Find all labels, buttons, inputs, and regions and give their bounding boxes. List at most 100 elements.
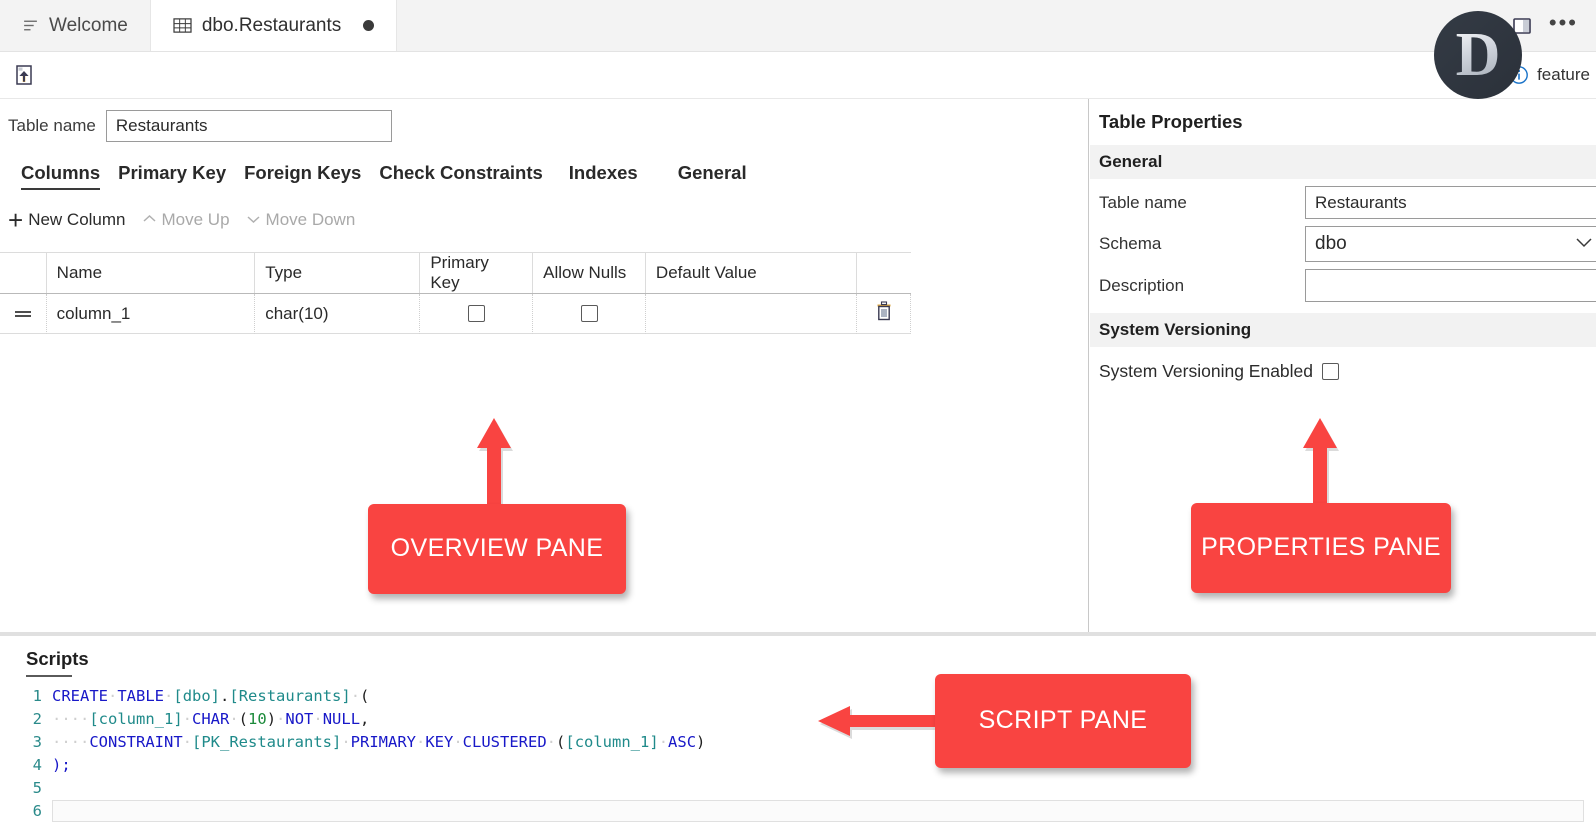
properties-table-name-input[interactable] (1305, 186, 1596, 219)
header-allow-nulls[interactable]: Allow Nulls (533, 253, 646, 293)
line-content[interactable]: CREATE·TABLE·[dbo].[Restaurants]·( (52, 685, 369, 708)
editor-tab-bar: Welcome dbo.Restaurants (0, 0, 1596, 52)
delete-column-button[interactable] (857, 294, 911, 334)
unsaved-indicator-dot[interactable] (363, 20, 374, 31)
tab-primary-key[interactable]: Primary Key (109, 162, 235, 190)
tab-columns[interactable]: Columns (12, 162, 109, 190)
drag-handle-icon (12, 307, 34, 321)
allow-nulls-checkbox[interactable] (581, 305, 598, 322)
line-number: 6 (0, 800, 52, 823)
cell-column-name[interactable]: column_1 (47, 294, 256, 334)
new-column-button[interactable]: + New Column (8, 210, 142, 230)
chevron-up-icon (142, 213, 157, 228)
code-line: 3 ····CONSTRAINT·[PK_Restaurants]·PRIMAR… (0, 731, 1596, 754)
line-number: 2 (0, 708, 52, 731)
preview-feature-text: feature (1537, 65, 1590, 85)
cell-primary-key[interactable] (420, 294, 533, 334)
table-name-row: Table name (0, 99, 1088, 142)
designer-sub-tabs: Columns Primary Key Foreign Keys Check C… (0, 156, 1088, 190)
code-line: 4 ); (0, 754, 1596, 777)
brand-logo-overlay: D (1434, 11, 1522, 99)
system-versioning-checkbox[interactable] (1322, 363, 1339, 380)
properties-description-input[interactable] (1305, 269, 1596, 302)
script-pane-arrow (818, 696, 948, 746)
code-line: 1 CREATE·TABLE·[dbo].[Restaurants]·( (0, 685, 1596, 708)
move-down-label: Move Down (266, 210, 356, 230)
properties-section-system-versioning: System Versioning (1090, 313, 1596, 347)
line-number: 1 (0, 685, 52, 708)
tab-indexes[interactable]: Indexes (560, 162, 647, 190)
line-number: 4 (0, 754, 52, 777)
script-pane: Scripts 1 CREATE·TABLE·[dbo].[Restaurant… (0, 636, 1596, 834)
trash-icon (874, 300, 894, 327)
header-actions (857, 253, 911, 293)
field-description: Description (1090, 262, 1596, 302)
welcome-lines-icon (22, 17, 39, 34)
field-system-versioning-enabled: System Versioning Enabled (1090, 347, 1596, 382)
table-row[interactable]: column_1 char(10) (0, 294, 911, 334)
tab-foreign-keys[interactable]: Foreign Keys (235, 162, 370, 190)
primary-key-checkbox[interactable] (468, 305, 485, 322)
columns-grid-body: column_1 char(10) (0, 294, 911, 334)
line-number: 3 (0, 731, 52, 754)
app-root: Welcome dbo.Restaurants (0, 0, 1596, 834)
field-label-table-name: Table name (1099, 193, 1305, 213)
overview-pane-callout: OVERVIEW PANE (368, 504, 626, 594)
publish-changes-icon[interactable] (12, 63, 36, 87)
field-label-description: Description (1099, 276, 1305, 296)
tab-label: Welcome (49, 15, 128, 37)
tab-dbo-restaurants[interactable]: dbo.Restaurants (151, 0, 397, 51)
properties-pane-title: Table Properties (1090, 99, 1596, 145)
move-up-button[interactable]: Move Up (142, 210, 246, 230)
tab-label: dbo.Restaurants (202, 15, 341, 37)
tab-bar-actions: ••• (1511, 0, 1596, 51)
columns-command-bar: + New Column Move Up Move Down (0, 206, 1088, 234)
line-content[interactable] (52, 800, 1584, 822)
field-table-name: Table name (1090, 179, 1596, 219)
table-name-label: Table name (8, 116, 96, 136)
properties-pane-callout-text: PROPERTIES PANE (1201, 533, 1441, 563)
table-name-input[interactable] (106, 110, 392, 142)
cell-allow-nulls[interactable] (533, 294, 646, 334)
tab-check-constraints[interactable]: Check Constraints (370, 162, 551, 190)
properties-schema-select[interactable]: dbo (1305, 226, 1596, 262)
script-pane-callout-text: SCRIPT PANE (979, 706, 1148, 736)
brand-logo-letter: D (1456, 20, 1501, 91)
tab-general[interactable]: General (669, 162, 756, 190)
properties-pane-callout: PROPERTIES PANE (1191, 503, 1451, 593)
table-grid-icon (173, 17, 192, 34)
designer-toolbar: feature (0, 52, 1596, 99)
header-name[interactable]: Name (47, 253, 256, 293)
move-up-label: Move Up (162, 210, 230, 230)
script-pane-callout: SCRIPT PANE (935, 674, 1191, 768)
field-schema: Schema dbo (1090, 219, 1596, 262)
scripts-title-underline (26, 675, 72, 677)
cell-default-value[interactable] (646, 294, 858, 334)
columns-grid-header: Name Type Primary Key Allow Nulls Defaul… (0, 253, 911, 294)
chevron-down-icon (246, 213, 261, 228)
header-handle (0, 253, 47, 293)
new-column-label: New Column (28, 210, 125, 230)
line-content[interactable]: ); (52, 754, 71, 777)
plus-icon: + (8, 212, 23, 228)
row-drag-handle[interactable] (0, 294, 47, 334)
properties-section-general: General (1090, 145, 1596, 179)
move-down-button[interactable]: Move Down (246, 210, 372, 230)
toolbar-right-group: feature (1509, 65, 1596, 85)
schema-selected-value: dbo (1315, 233, 1347, 255)
overview-pane-callout-text: OVERVIEW PANE (391, 534, 604, 564)
overview-pane-arrow (473, 418, 519, 518)
line-content[interactable]: ····CONSTRAINT·[PK_Restaurants]·PRIMARY·… (52, 731, 705, 754)
script-code-editor[interactable]: 1 CREATE·TABLE·[dbo].[Restaurants]·( 2 ·… (0, 685, 1596, 823)
header-default-value[interactable]: Default Value (646, 253, 858, 293)
header-type[interactable]: Type (255, 253, 420, 293)
tab-bar-spacer (397, 0, 1511, 51)
header-primary-key[interactable]: Primary Key (420, 253, 533, 293)
tab-welcome[interactable]: Welcome (0, 0, 151, 51)
code-line-current: 6 (0, 800, 1596, 823)
line-content[interactable]: ····[column_1]·CHAR·(10)·NOT·NULL, (52, 708, 369, 731)
scripts-header: Scripts (0, 636, 1596, 677)
more-actions-icon[interactable]: ••• (1549, 12, 1578, 40)
columns-grid: Name Type Primary Key Allow Nulls Defaul… (0, 252, 911, 334)
cell-column-type[interactable]: char(10) (255, 294, 420, 334)
